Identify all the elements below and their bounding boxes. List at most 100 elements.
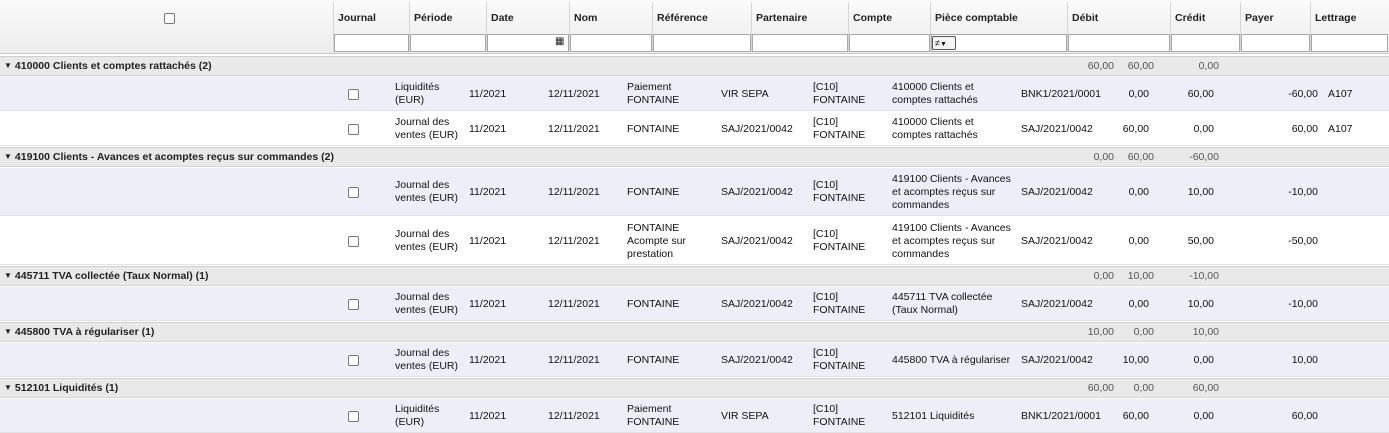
col-date[interactable]: Date	[487, 0, 514, 32]
col-compte[interactable]: Compte	[849, 0, 892, 32]
select-all-checkbox[interactable]	[164, 13, 175, 24]
cell-journal: Journal des ventes (EUR)	[395, 179, 459, 204]
cell-reference: SAJ/2021/0042	[721, 185, 793, 198]
cell-journal: Journal des ventes (EUR)	[395, 347, 459, 372]
group-label: 445711 TVA collectée (Taux Normal) (1)	[14, 270, 209, 282]
cell-date: 12/11/2021	[548, 297, 600, 310]
cell-partenaire: [C10] FONTAINE	[813, 81, 866, 106]
calendar-icon[interactable]: ▦	[555, 35, 567, 49]
table-row[interactable]: Journal des ventes (EUR) 11/2021 12/11/202…	[0, 168, 1389, 216]
cell-reference: VIR SEPA	[721, 409, 769, 422]
cell-lettrage	[1328, 399, 1378, 433]
table-row[interactable]: Journal des ventes (EUR) 11/2021 12/11/202…	[0, 287, 1389, 321]
table-row[interactable]: Journal des ventes (EUR) 11/2021 12/11/202…	[0, 217, 1389, 265]
row-checkbox[interactable]	[348, 187, 359, 198]
row-checkbox[interactable]	[348, 236, 359, 247]
group-label: 410000 Clients et comptes rattachés (2)	[14, 60, 212, 72]
cell-reference: SAJ/2021/0042	[721, 234, 793, 247]
group-title[interactable]: ▼ 445800 TVA à régulariser (1)	[4, 323, 154, 342]
group-title[interactable]: ▼ 512101 Liquidités (1)	[4, 379, 118, 398]
caret-down-icon[interactable]: ▼	[4, 61, 12, 70]
col-nom[interactable]: Nom	[570, 0, 597, 32]
cell-debit: 0,00	[1128, 234, 1149, 247]
cell-credit: 0,00	[1193, 122, 1214, 135]
group-row[interactable]: ▼ 419100 Clients - Avances et acomptes re…	[0, 147, 1389, 167]
filter-lettrage[interactable]	[1311, 34, 1388, 52]
cell-lettrage	[1328, 343, 1378, 377]
row-checkbox[interactable]	[348, 355, 359, 366]
filter-nom[interactable]	[570, 34, 652, 52]
cell-credit: 60,00	[1187, 87, 1214, 100]
table-row[interactable]: Liquidités (EUR) 11/2021 12/11/2021 Paiemen…	[0, 77, 1389, 111]
filter-payer[interactable]	[1241, 34, 1310, 52]
cell-partenaire: [C10] FONTAINE	[813, 291, 866, 316]
cell-lettrage: A107	[1328, 87, 1353, 100]
col-reference[interactable]: Référence	[653, 0, 708, 32]
cell-periode: 11/2021	[469, 297, 507, 310]
piece-operator-select[interactable]: ≠▼	[932, 36, 956, 50]
caret-down-icon[interactable]: ▼	[4, 327, 12, 336]
group-credit-total: 0,00	[1133, 326, 1154, 338]
move-lines-grid: Journal Période Date Nom Référence Parte…	[0, 0, 1389, 433]
filter-debit[interactable]	[1068, 34, 1170, 52]
cell-journal: Liquidités (EUR)	[395, 81, 440, 106]
chevron-down-icon: ▼	[939, 41, 947, 48]
col-payer[interactable]: Payer	[1241, 0, 1274, 32]
col-periode[interactable]: Période	[410, 0, 453, 32]
row-checkbox[interactable]	[348, 411, 359, 422]
filter-journal[interactable]	[334, 34, 409, 52]
cell-lettrage	[1328, 287, 1378, 321]
row-checkbox[interactable]	[348, 299, 359, 310]
cell-journal: Liquidités (EUR)	[395, 403, 440, 428]
group-payer-total: 10,00	[1192, 326, 1219, 338]
cell-credit: 10,00	[1187, 185, 1214, 198]
filter-credit[interactable]	[1171, 34, 1240, 52]
table-row[interactable]: Journal des ventes (EUR) 11/2021 12/11/202…	[0, 343, 1389, 377]
group-row[interactable]: ▼ 445711 TVA collectée (Taux Normal) (1) 0…	[0, 266, 1389, 286]
col-credit[interactable]: Crédit	[1171, 0, 1205, 32]
cell-nom: Paiement FONTAINE	[627, 403, 680, 428]
row-checkbox[interactable]	[348, 89, 359, 100]
cell-partenaire: [C10] FONTAINE	[813, 228, 866, 253]
group-label: 445800 TVA à régulariser (1)	[14, 326, 155, 338]
filter-reference[interactable]	[653, 34, 751, 52]
cell-credit: 0,00	[1193, 409, 1214, 422]
cell-debit: 0,00	[1128, 185, 1149, 198]
group-title[interactable]: ▼ 410000 Clients et comptes rattachés (2)	[4, 57, 212, 76]
table-row[interactable]: Liquidités (EUR) 11/2021 12/11/2021 Paiemen…	[0, 399, 1389, 433]
col-piece-comptable[interactable]: Pièce comptable	[931, 0, 1018, 32]
group-payer-total: 60,00	[1192, 382, 1219, 394]
cell-date: 12/11/2021	[548, 409, 600, 422]
row-checkbox[interactable]	[348, 124, 359, 135]
cell-payer: 60,00	[1291, 409, 1318, 422]
col-debit[interactable]: Débit	[1068, 0, 1098, 32]
col-lettrage[interactable]: Lettrage	[1311, 0, 1356, 32]
filter-compte[interactable]	[849, 34, 930, 52]
cell-debit: 0,00	[1128, 297, 1149, 310]
cell-credit: 0,00	[1193, 353, 1214, 366]
cell-lettrage: A107	[1328, 122, 1353, 135]
group-title[interactable]: ▼ 445711 TVA collectée (Taux Normal) (1)	[4, 267, 208, 286]
cell-payer: -10,00	[1288, 297, 1318, 310]
col-journal[interactable]: Journal	[334, 0, 376, 32]
group-row[interactable]: ▼ 445800 TVA à régulariser (1) 10,00 0,00 10…	[0, 322, 1389, 342]
group-title[interactable]: ▼ 419100 Clients - Avances et acomptes re…	[4, 148, 334, 167]
cell-reference: VIR SEPA	[721, 87, 769, 100]
caret-down-icon[interactable]: ▼	[4, 271, 12, 280]
group-label: 419100 Clients - Avances et acomptes reç…	[14, 151, 334, 163]
filter-partenaire[interactable]	[752, 34, 848, 52]
group-row[interactable]: ▼ 512101 Liquidités (1) 60,00 0,00 60,00	[0, 378, 1389, 398]
cell-periode: 11/2021	[469, 234, 507, 247]
filter-periode[interactable]	[410, 34, 486, 52]
caret-down-icon[interactable]: ▼	[4, 383, 12, 392]
table-row[interactable]: Journal des ventes (EUR) 11/2021 12/11/202…	[0, 112, 1389, 146]
group-row[interactable]: ▼ 410000 Clients et comptes rattachés (2)…	[0, 56, 1389, 76]
cell-date: 12/11/2021	[548, 353, 600, 366]
cell-reference: SAJ/2021/0042	[721, 297, 793, 310]
caret-down-icon[interactable]: ▼	[4, 152, 12, 161]
group-payer-total: -10,00	[1189, 270, 1219, 282]
cell-credit: 50,00	[1187, 234, 1214, 247]
cell-nom: FONTAINE	[627, 353, 680, 366]
group-payer-total: 0,00	[1198, 60, 1219, 72]
col-partenaire[interactable]: Partenaire	[752, 0, 807, 32]
